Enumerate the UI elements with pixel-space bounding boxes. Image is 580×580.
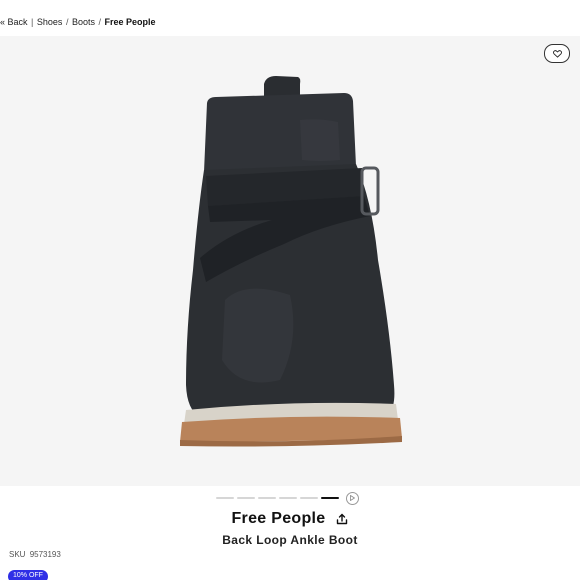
gallery-dot-1[interactable]: [216, 497, 234, 499]
sku: SKU 9573193: [9, 550, 61, 559]
product-page: « Back | Shoes / Boots / Free People Fre…: [0, 0, 580, 580]
share-button[interactable]: [335, 512, 349, 526]
product-image[interactable]: [0, 36, 580, 486]
boot-highlight: [300, 119, 340, 161]
gallery-dot-5[interactable]: [300, 497, 318, 499]
favorite-button[interactable]: [544, 44, 570, 63]
gallery-dot-3[interactable]: [258, 497, 276, 499]
boot-highlight: [222, 288, 294, 383]
play-video-button[interactable]: [346, 491, 359, 505]
sku-value: 9573193: [29, 550, 61, 559]
breadcrumb-current: Free People: [104, 17, 156, 27]
gallery-dot-2[interactable]: [237, 497, 255, 499]
breadcrumb-boots[interactable]: Boots: [72, 17, 95, 27]
gallery-dot-6[interactable]: [321, 497, 339, 499]
back-link[interactable]: « Back: [0, 17, 28, 27]
gallery-pager: [216, 491, 359, 505]
brand-name[interactable]: Free People: [231, 510, 325, 528]
sku-label: SKU: [9, 550, 26, 559]
boot-shaft-back: [264, 76, 301, 96]
breadcrumb-separator: /: [98, 17, 102, 27]
product-name: Back Loop Ankle Boot: [222, 533, 358, 547]
breadcrumb: « Back | Shoes / Boots / Free People: [0, 16, 156, 28]
gallery-dot-4[interactable]: [279, 497, 297, 499]
breadcrumb-shoes[interactable]: Shoes: [37, 17, 63, 27]
heart-icon: [552, 49, 562, 58]
product-image-gallery[interactable]: [0, 36, 580, 486]
breadcrumb-pipe: |: [31, 17, 34, 27]
share-icon: [336, 513, 347, 525]
discount-badge: 10% OFF: [8, 570, 48, 580]
brand-row: Free People: [0, 510, 580, 528]
play-icon: [350, 495, 355, 501]
breadcrumb-separator: /: [65, 17, 69, 27]
